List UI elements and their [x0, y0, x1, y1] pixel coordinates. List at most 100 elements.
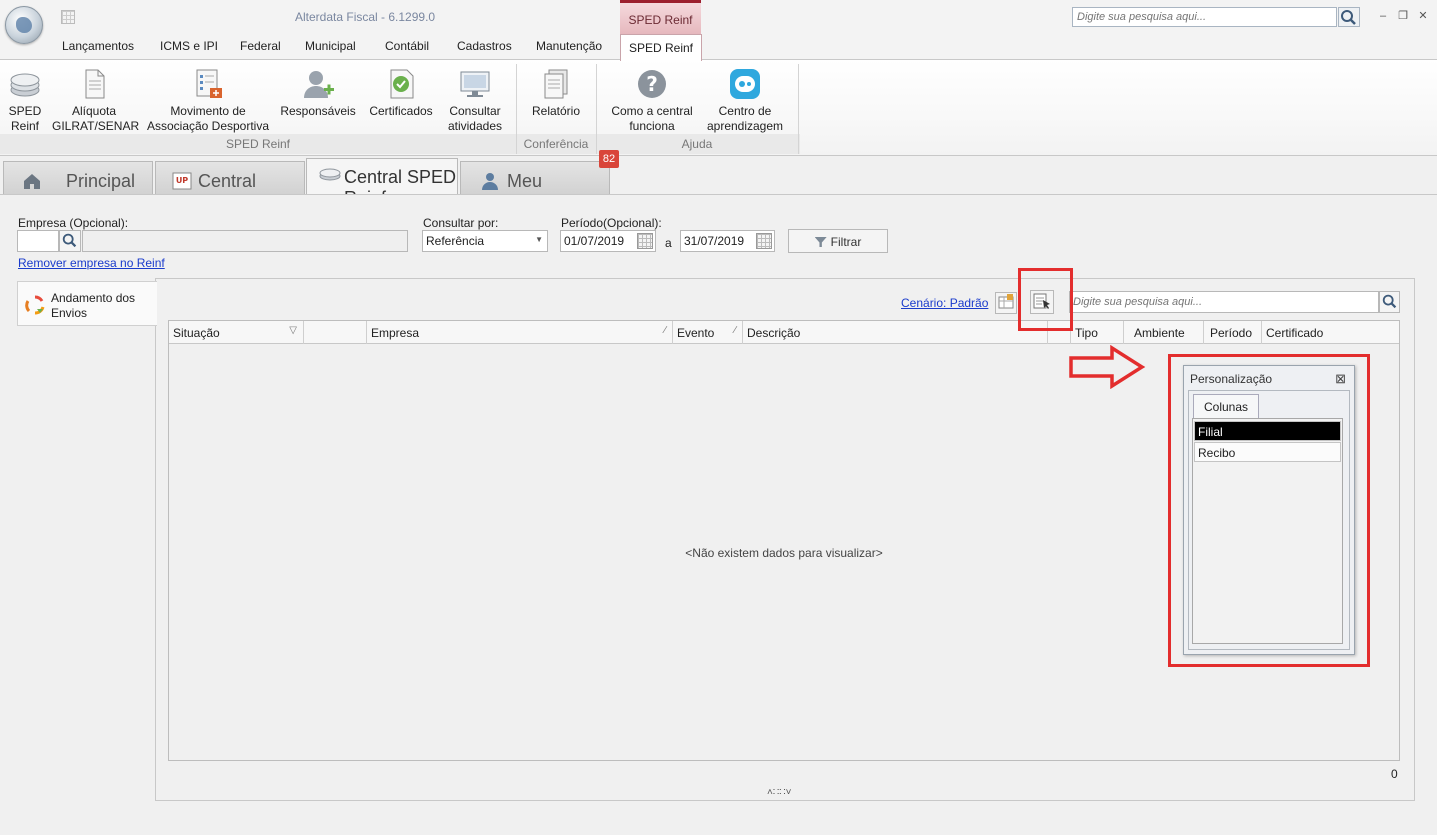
search-icon — [62, 233, 77, 248]
menu-sped-reinf[interactable]: SPED Reinf — [620, 34, 702, 61]
menu-lancamentos[interactable]: Lançamentos — [62, 39, 134, 53]
title-bar: Alterdata Fiscal - 6.1299.0 SPED Reinf –… — [0, 0, 1437, 34]
notification-badge: 82 — [599, 150, 619, 168]
empresa-code-input[interactable] — [17, 230, 59, 252]
sped-disks-icon — [9, 68, 41, 100]
remover-empresa-link[interactable]: Remover empresa no Reinf — [18, 256, 165, 270]
monitor-icon — [459, 68, 491, 100]
relatorio-button[interactable]: Relatório — [526, 64, 586, 119]
add-user-icon — [302, 68, 334, 100]
como-central-label-1: Como a central — [611, 104, 693, 118]
side-tab-andamento[interactable]: Andamento dos Envios — [17, 281, 157, 326]
col-periodo[interactable]: Período — [1204, 321, 1262, 344]
menu-bar: Lançamentos ICMS e IPI Federal Municipal… — [0, 34, 1437, 60]
menu-contabil[interactable]: Contábil — [385, 39, 429, 53]
relatorio-label: Relatório — [531, 104, 581, 118]
col-situacao[interactable]: Situação ▽ — [169, 321, 304, 344]
consultar-por-value: Referência — [426, 234, 485, 248]
ribbon-group-sped-reinf: SPED Reinf — [225, 137, 291, 151]
empresa-search-button[interactable] — [59, 230, 81, 252]
aliquota-label-2: GILRAT/SENAR — [52, 119, 140, 133]
restore-icon[interactable]: ❐ — [1396, 9, 1410, 23]
col-blank[interactable] — [304, 321, 367, 344]
record-count: 0 — [1391, 767, 1398, 781]
document-icon — [78, 68, 110, 100]
periodo-label: Período(Opcional): — [561, 216, 662, 230]
app-title: Alterdata Fiscal - 6.1299.0 — [295, 10, 436, 24]
layout-grid-button[interactable] — [995, 292, 1017, 314]
tab-principal[interactable]: Principal — [3, 161, 153, 194]
close-icon[interactable]: ✕ — [1416, 9, 1430, 23]
filter-icon — [814, 237, 827, 247]
menu-cadastros[interactable]: Cadastros — [457, 39, 512, 53]
menu-icms-ipi[interactable]: ICMS e IPI — [160, 39, 218, 53]
sort-glyph-icon: ∕ — [734, 325, 736, 336]
col-descricao[interactable]: Descrição — [743, 321, 1048, 344]
app-menu-orb[interactable] — [5, 6, 43, 44]
consultar-atividades-button[interactable]: Consultar atividades — [444, 64, 506, 134]
certificados-label: Certificados — [369, 104, 433, 118]
col-certificado[interactable]: Certificado — [1262, 321, 1399, 344]
ribbon-group-ajuda: Ajuda — [681, 137, 713, 151]
aliquota-gilrat-button[interactable]: Alíquota GILRAT/SENAR — [52, 64, 140, 134]
sped-disks-icon — [319, 168, 341, 181]
movimento-label-1: Movimento de — [170, 104, 246, 118]
help-icon: ? — [636, 68, 668, 100]
grid-header: Situação ▽ Empresa ∕ Evento ∕ Descrição Tip… — [169, 321, 1399, 344]
sped-reinf-label-2: Reinf — [10, 119, 39, 133]
responsaveis-button[interactable]: Responsáveis — [280, 64, 356, 119]
report-icon — [540, 68, 572, 100]
col-ambiente[interactable]: Ambiente — [1124, 321, 1204, 344]
col-empresa[interactable]: Empresa ∕ — [367, 321, 673, 344]
grid-search-button[interactable] — [1379, 291, 1400, 313]
consultar-label-1: Consultar — [449, 104, 501, 118]
sped-reinf-button[interactable]: SPED Reinf — [4, 64, 46, 134]
movimento-associacao-button[interactable]: Movimento de Associação Desportiva — [146, 64, 270, 134]
side-tab-label-2: Envios — [51, 306, 88, 320]
svg-text:UP: UP — [176, 176, 188, 185]
tab-central-packup[interactable]: UP Central PackUp — [155, 161, 305, 212]
col-evento[interactable]: Evento ∕ — [673, 321, 743, 344]
col-empresa-label: Empresa — [371, 326, 420, 340]
chevron-down-icon: ▼ — [535, 235, 543, 244]
centro-aprendizagem-button[interactable]: Centro de aprendizagem — [704, 64, 786, 134]
refresh-arrows-icon — [25, 295, 45, 315]
consultar-por-label: Consultar por: — [423, 216, 499, 230]
context-tab-header: SPED Reinf — [620, 0, 701, 34]
menu-municipal[interactable]: Municipal — [305, 39, 356, 53]
date-from-value: 01/07/2019 — [564, 234, 625, 248]
minimize-icon[interactable]: – — [1376, 9, 1390, 23]
consultar-por-select[interactable]: Referência ▼ — [422, 230, 548, 252]
calendar-icon[interactable] — [637, 233, 653, 249]
movimento-label-2: Associação Desportiva — [146, 119, 270, 133]
date-to-field[interactable]: 31/07/2019 — [680, 230, 775, 252]
grid-search-input[interactable] — [1069, 291, 1379, 313]
col-situacao-label: Situação — [173, 326, 220, 340]
certificate-icon — [385, 68, 417, 100]
filtrar-label: Filtrar — [830, 235, 862, 249]
como-central-funciona-button[interactable]: ? Como a central funciona — [606, 64, 698, 134]
certificados-button[interactable]: Certificados — [366, 64, 436, 119]
splitter-handle[interactable]: ˄∷∷˅ — [767, 787, 791, 798]
date-to-value: 31/07/2019 — [684, 234, 745, 248]
packup-icon: UP — [172, 172, 192, 190]
consultar-label-2: atividades — [447, 119, 503, 133]
menu-federal[interactable]: Federal — [240, 39, 281, 53]
date-separator: a — [665, 236, 672, 250]
top-search-input[interactable] — [1072, 7, 1337, 27]
top-search-button[interactable] — [1338, 7, 1360, 27]
home-icon — [24, 174, 40, 189]
filtrar-button[interactable]: Filtrar — [788, 229, 888, 253]
calendar-icon[interactable] — [756, 233, 772, 249]
date-from-field[interactable]: 01/07/2019 — [560, 230, 656, 252]
menu-manutencao[interactable]: Manutenção — [536, 39, 602, 53]
quick-access-grid-icon[interactable] — [61, 10, 75, 24]
aliquota-label-1: Alíquota — [71, 104, 117, 118]
cenario-link[interactable]: Cenário: Padrão — [901, 296, 988, 310]
responsaveis-label: Responsáveis — [280, 104, 356, 118]
tab-central-sped-reinf[interactable]: Central SPED Reinf — [306, 158, 458, 208]
tab-meu-gerente[interactable]: Meu Gerente — [460, 161, 610, 212]
col-tipo[interactable]: Tipo — [1070, 321, 1124, 344]
empresa-name-field — [82, 230, 408, 252]
centro-label-2: aprendizagem — [706, 119, 784, 133]
